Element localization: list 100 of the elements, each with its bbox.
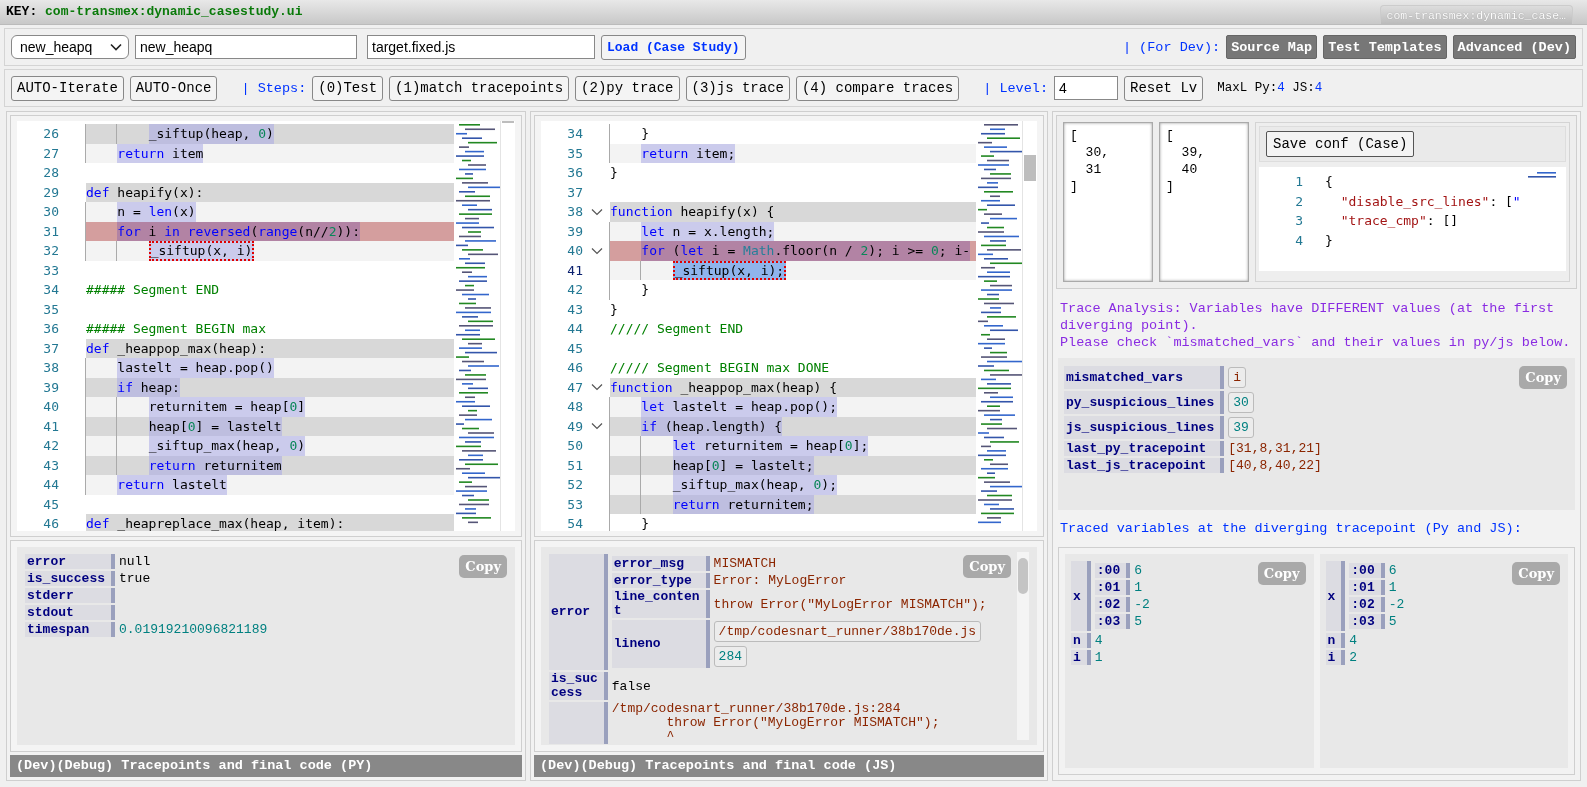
code-line: for i in reversed(range(n//2)): — [86, 221, 360, 241]
line-number: 51 — [566, 456, 583, 475]
file-field[interactable]: target.fixed.js — [367, 35, 595, 59]
code-line: n = len(x) — [86, 202, 196, 222]
reset-button[interactable]: Reset Lv — [1124, 75, 1204, 101]
step-button[interactable]: (3)js trace — [685, 75, 790, 101]
result-value: 5 — [1388, 614, 1397, 629]
line-number: 26 — [42, 125, 59, 143]
result-key: :00 — [1094, 563, 1131, 578]
result-key: py_suspicious_lines — [1064, 391, 1225, 414]
chevron-icon[interactable] — [590, 246, 603, 255]
result-value: 6 — [1388, 563, 1397, 578]
result-key: is_success — [25, 571, 115, 586]
code-line: return item — [86, 143, 204, 163]
result-value: null — [119, 554, 151, 569]
code-line: _siftup(x, i); — [610, 260, 787, 280]
line-number: 41 — [566, 261, 583, 280]
code-line: heap[0] = lastelt; — [610, 455, 814, 475]
code-line: let returnitem = heap[0]; — [610, 436, 869, 456]
code-line: } — [610, 280, 650, 300]
chevron-icon[interactable] — [590, 383, 603, 392]
line-number: 39 — [42, 378, 59, 397]
line-number: 29 — [42, 183, 59, 202]
step-button[interactable]: (4) compare traces — [795, 75, 960, 101]
result-value: [40,8,40,22] — [1228, 458, 1322, 473]
result-key: js_suspicious_lines — [1064, 416, 1225, 439]
code-line: ##### Segment BEGIN max — [86, 320, 266, 338]
level-field[interactable]: 4 — [1054, 76, 1118, 100]
dev-button[interactable]: Advanced (Dev) — [1452, 35, 1576, 59]
result-key: error — [549, 554, 608, 670]
code-line: def heapify(x): — [86, 183, 204, 202]
code-line: function heapify(x) { — [610, 203, 775, 221]
line-number: 45 — [42, 495, 59, 514]
result-value: MISMATCH — [713, 556, 777, 571]
line-number: 30 — [42, 203, 59, 221]
result-value: 1 — [1094, 650, 1103, 665]
dev-button[interactable]: Test Templates — [1323, 35, 1447, 59]
result-key: :03 — [1349, 614, 1385, 629]
auto-button[interactable]: AUTO-Once — [129, 75, 218, 101]
case-select[interactable]: new_heapq — [11, 35, 129, 59]
line-number: 36 — [566, 164, 583, 182]
line-number: 43 — [566, 300, 583, 319]
result-value: 2 — [1349, 650, 1358, 665]
code-line: def _heappop_max(heap): — [86, 339, 267, 358]
result-key: line_content — [611, 590, 710, 618]
chevron-icon[interactable] — [590, 207, 603, 216]
result-key: last_py_tracepoint — [1064, 441, 1225, 456]
js-lines-box[interactable]: [ 39, 40 ] — [1159, 122, 1249, 282]
load-button[interactable]: Load (Case Study) — [601, 34, 746, 60]
result-value: -2 — [1134, 597, 1150, 612]
result-value: false — [611, 678, 651, 694]
result-key: x — [1325, 561, 1346, 631]
result-key: :03 — [1094, 614, 1131, 629]
scrollbar[interactable] — [500, 121, 515, 531]
result-key: lineno — [611, 620, 710, 668]
save-button[interactable]: Save conf (Case) — [1266, 131, 1415, 157]
result-value: true — [119, 571, 151, 586]
line-number: 42 — [566, 281, 583, 299]
code-line: let lastelt = heap.pop(); — [610, 397, 837, 417]
result-value: 4 — [1094, 633, 1103, 648]
name-field[interactable]: new_heapq — [135, 35, 357, 59]
result-value: 1 — [1134, 580, 1143, 595]
value-chip: 284 — [713, 646, 747, 667]
result-value: /tmp/codesnart_runner/38b170de.js:284 throw Error("MyLogError MISMATCH"); ^ — [611, 702, 941, 744]
result-key: :01 — [1094, 580, 1131, 595]
line-number: 3 — [1294, 212, 1303, 230]
line-number: 39 — [566, 222, 583, 241]
analysis-text: Please check `mismatched_vars` and their values in py/js below. — [1060, 334, 1572, 351]
code-line: "disable_src_lines": [" — [1339, 192, 1521, 211]
analysis-text: Trace Analysis: Variables have DIFFERENT values (at the first diverging point). — [1060, 300, 1556, 334]
code-line: } — [610, 514, 650, 531]
code-line: let n = x.length; — [610, 221, 775, 241]
chevron-icon[interactable] — [590, 422, 603, 431]
panel-footer: (Dev)(Debug) Tracepoints and final code (JS) — [534, 755, 1044, 777]
scrollbar[interactable] — [1017, 552, 1029, 740]
step-button[interactable]: (1)match tracepoints — [389, 75, 570, 101]
code-line: { — [1325, 173, 1333, 191]
result-key: :00 — [1349, 563, 1385, 578]
result-key: x — [1071, 561, 1091, 631]
step-button[interactable]: (0)Test — [312, 75, 384, 101]
result-key: i — [1071, 650, 1091, 665]
value-chip: /tmp/codesnart_runner/38b170de.js — [713, 621, 982, 642]
result-key: error_type — [611, 573, 710, 588]
code-line: if heap: — [86, 377, 180, 397]
line-number: 34 — [566, 125, 583, 143]
auto-button[interactable]: AUTO-Iterate — [11, 75, 124, 101]
py-lines-box[interactable]: [ 30, 31 ] — [1063, 122, 1153, 282]
chevron-icon — [110, 43, 122, 51]
step-button[interactable]: (2)py trace — [575, 75, 680, 101]
max-level-text: MaxL Py:4 JS:4 — [1217, 81, 1323, 95]
code-line: return lastelt — [86, 475, 227, 495]
line-number: 38 — [566, 203, 583, 221]
result-key: :01 — [1349, 580, 1385, 595]
code-line: _siftup_max(heap, 0) — [86, 436, 306, 456]
dev-button[interactable]: Source Map — [1226, 35, 1318, 59]
code-line: _siftup(x, i) — [86, 241, 255, 261]
result-value: 4 — [1349, 633, 1358, 648]
scrollbar[interactable] — [1022, 121, 1037, 531]
line-number: 35 — [42, 300, 59, 319]
panel-footer: (Dev)(Debug) Tracepoints and final code (PY) — [10, 755, 522, 777]
